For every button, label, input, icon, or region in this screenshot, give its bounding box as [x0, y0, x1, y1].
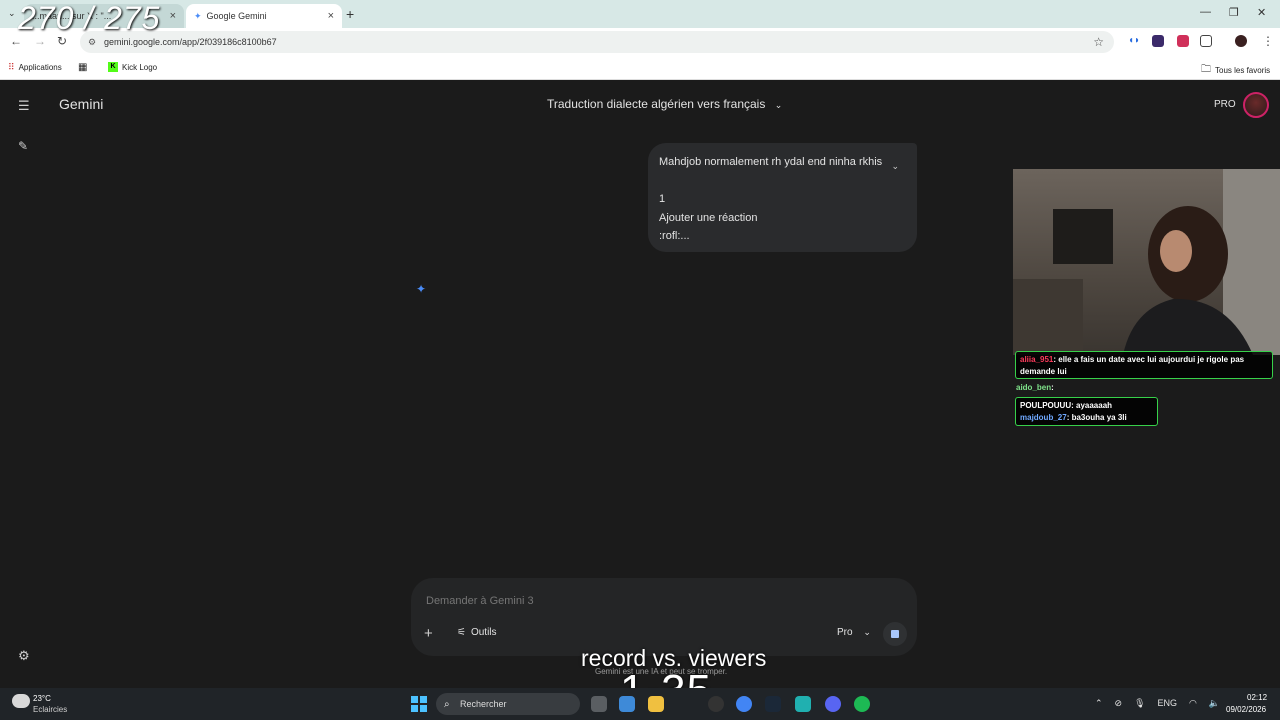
discord-icon[interactable]: [825, 696, 841, 712]
url-text: gemini.google.com/app/2f039186c8100b67: [104, 37, 277, 47]
tray-chevron-up-icon[interactable]: ⌃: [1095, 698, 1103, 709]
address-bar[interactable]: ⚙ gemini.google.com/app/2f039186c8100b67…: [80, 31, 1114, 53]
site-info-icon[interactable]: ⚙: [88, 37, 96, 48]
minimize-icon[interactable]: —: [1200, 6, 1211, 18]
gemini-brand[interactable]: Gemini: [59, 96, 103, 112]
bookmark-kick-logo[interactable]: K Kick Logo: [108, 62, 157, 72]
pro-badge: PRO: [1214, 99, 1236, 110]
close-icon[interactable]: ×: [328, 10, 334, 22]
chat-username: majdoub_27: [1020, 413, 1067, 422]
message-line: 1: [659, 193, 666, 206]
tools-button[interactable]: ⚟ Outils: [457, 627, 497, 638]
close-icon[interactable]: ×: [170, 10, 176, 22]
tray-app-icon[interactable]: ⊘: [1115, 698, 1123, 709]
tab-search-icon[interactable]: ⌄: [8, 8, 16, 19]
message-line: Mahdjob normalement rh ydal end ninha rk…: [659, 156, 883, 168]
extension-audio-icon[interactable]: ◖◗: [1128, 35, 1140, 47]
tab-google-gemini[interactable]: ✦ Google Gemini ×: [186, 4, 342, 28]
chat-title[interactable]: Traduction dialecte algérien vers frança…: [547, 97, 782, 111]
chat-text: : ba3ouha ya 3li: [1066, 413, 1127, 422]
search-label: Rechercher: [460, 699, 507, 709]
weather-desc: Eclaircies: [33, 705, 68, 714]
profile-avatar[interactable]: [1235, 35, 1247, 47]
app-icon[interactable]: [708, 696, 724, 712]
stop-icon: [891, 630, 899, 638]
model-label: Pro: [837, 627, 853, 638]
file-explorer-icon[interactable]: [648, 696, 664, 712]
new-tab-button[interactable]: +: [346, 6, 354, 22]
tools-label: Outils: [470, 627, 497, 638]
extension-icon[interactable]: [1152, 35, 1164, 47]
search-icon: ⌕: [444, 698, 450, 710]
chat-message: aido_ben:: [1016, 383, 1054, 392]
gemini-loading-spark-icon: ✦: [416, 282, 427, 296]
task-view-icon[interactable]: [591, 696, 607, 712]
bookmark-applications[interactable]: ⠿ Applications: [8, 62, 62, 73]
bookmark-star-icon[interactable]: ☆: [1093, 35, 1104, 49]
bookmark-label: Kick Logo: [122, 62, 158, 72]
clock-time[interactable]: 02:12: [1247, 693, 1267, 702]
more-menu-icon[interactable]: ⋮: [1262, 34, 1274, 48]
webcam-image: [1013, 169, 1280, 355]
message-line: Ajouter une réaction: [659, 211, 758, 224]
add-attachment-button[interactable]: +: [424, 625, 433, 642]
windows-start-icon[interactable]: [411, 696, 427, 712]
taskbar-search[interactable]: ⌕ Rechercher: [436, 693, 580, 715]
chat-title-text: Traduction dialecte algérien vers frança…: [547, 97, 766, 111]
all-favorites[interactable]: 🗀 Tous les favoris: [1201, 62, 1270, 79]
model-selector[interactable]: Pro ⌄: [837, 627, 871, 638]
expand-chevron-icon[interactable]: ⌄: [891, 157, 899, 176]
folder-icon: 🗀: [1201, 64, 1211, 75]
chat-username: aido_ben: [1016, 383, 1052, 392]
menu-icon[interactable]: ☰: [18, 98, 30, 114]
clock-date[interactable]: 09/02/2026: [1226, 705, 1266, 714]
gemini-spark-icon: ✦: [194, 10, 202, 21]
all-favorites-label: Tous les favoris: [1215, 66, 1271, 75]
bookmark-label: Applications: [18, 63, 62, 72]
account-avatar[interactable]: [1243, 92, 1269, 118]
extensions-puzzle-icon[interactable]: [1200, 35, 1212, 47]
chat-text: : elle a fais un date avec lui aujourdui…: [1020, 355, 1245, 376]
tools-sliders-icon: ⚟: [457, 627, 466, 638]
taskbar: [0, 688, 1280, 720]
chat-message: POULPOUUU: ayaaaaah majdoub_27: ba3ouha …: [1015, 397, 1158, 426]
tab-label: Google Gemini: [206, 11, 267, 21]
chevron-down-icon: ⌄: [774, 100, 783, 110]
bookmarks-bar: [0, 56, 1280, 80]
message-line: [659, 172, 906, 191]
prompt-input[interactable]: [426, 593, 806, 609]
system-tray: ⌃ ⊘ 🎙 ENG ◠ 🔈: [1095, 698, 1220, 709]
chat-message: aliia_951: elle a fais un date avec lui …: [1015, 351, 1273, 379]
kick-icon: K: [108, 62, 118, 72]
app-icon[interactable]: [795, 696, 811, 712]
chat-username: aliia_951: [1020, 355, 1054, 364]
stop-generation-button[interactable]: [883, 622, 907, 646]
chrome-icon[interactable]: [736, 696, 752, 712]
overlay-counter: 270 / 275: [18, 0, 161, 36]
tray-lang[interactable]: ENG: [1158, 698, 1178, 709]
volume-icon[interactable]: 🔈: [1209, 698, 1220, 709]
user-message-bubble: Mahdjob normalement rh ydal end ninha rk…: [648, 143, 917, 252]
new-chat-icon[interactable]: ✎: [18, 139, 28, 153]
chat-text: :: [1051, 383, 1054, 392]
bookmark-grid[interactable]: ▦: [78, 62, 87, 73]
chevron-down-icon: ⌄: [863, 627, 871, 637]
app-icon[interactable]: [619, 696, 635, 712]
grid-icon: ▦: [78, 62, 88, 73]
webcam-feed: [1013, 169, 1280, 355]
steam-icon[interactable]: [765, 696, 781, 712]
chat-reply-context: POULPOUUU: ayaaaaah: [1020, 401, 1113, 410]
message-line: :rofl:...: [659, 230, 690, 243]
weather-temp[interactable]: 23°C: [33, 694, 51, 703]
apps-grid-icon: ⠿: [8, 62, 15, 72]
close-window-icon[interactable]: ✕: [1257, 6, 1266, 19]
restore-icon[interactable]: ❐: [1229, 6, 1239, 19]
wifi-icon[interactable]: ◠: [1189, 698, 1197, 709]
extension-icon[interactable]: [1177, 35, 1189, 47]
spotify-icon[interactable]: [854, 696, 870, 712]
settings-gear-icon[interactable]: ⚙: [18, 648, 30, 664]
weather-cloud-icon[interactable]: [12, 694, 30, 708]
microphone-icon[interactable]: 🎙: [1134, 698, 1145, 709]
